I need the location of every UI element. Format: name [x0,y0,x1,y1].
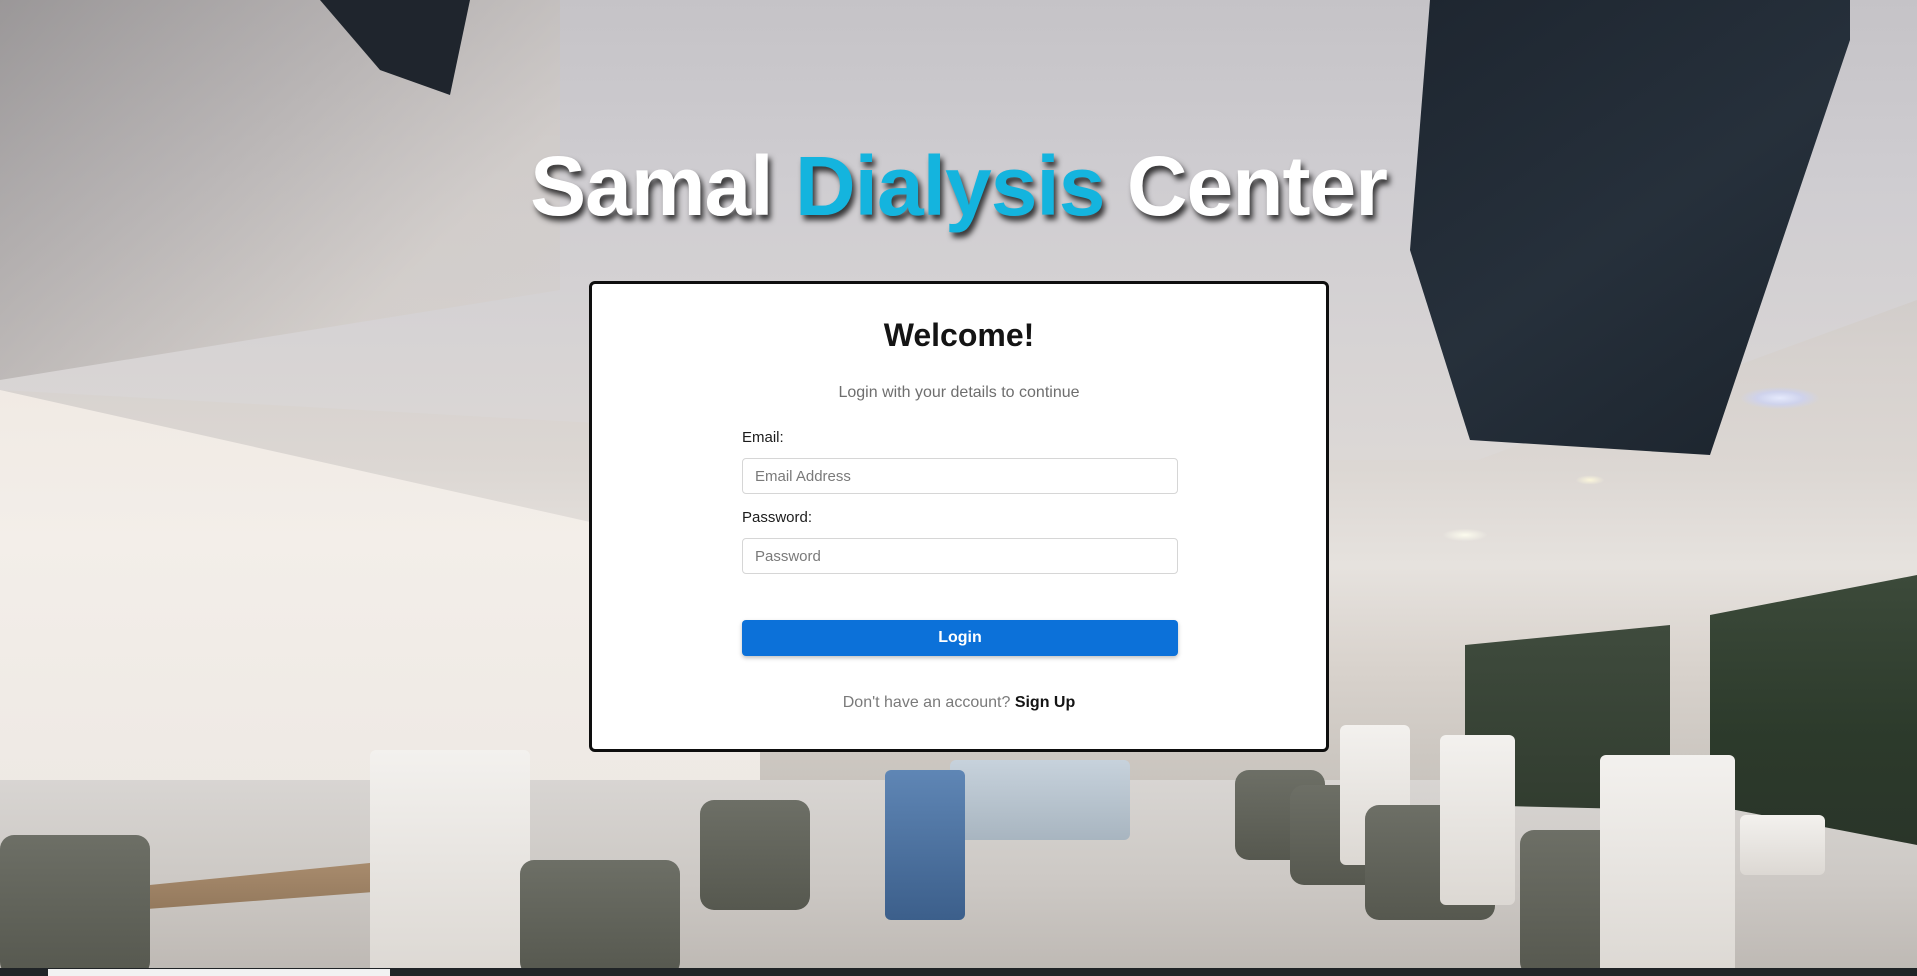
title-part-1: Samal [530,139,795,233]
signup-row: Don't have an account? Sign Up [592,694,1326,712]
background-nurse-station [950,760,1130,840]
background-dialysis-machine [1440,735,1515,905]
background-dialysis-machine [370,750,530,976]
login-subtitle: Login with your details to continue [838,384,1080,401]
login-button[interactable]: Login [742,620,1178,656]
background-cart [885,770,965,920]
background-chair [0,835,150,976]
background-chair [520,860,680,976]
title-accent: Dialysis [794,139,1106,233]
email-label: Email: [742,429,784,446]
background-window [1710,575,1917,845]
sign-up-link[interactable]: Sign Up [1015,694,1075,711]
signup-prompt: Don't have an account? [842,694,1011,711]
welcome-heading: Welcome! [883,317,1035,353]
password-label: Password: [742,509,813,526]
page-title: Samal Dialysis Center [0,138,1917,234]
login-page: Samal Dialysis Center Welcome! Login wit… [0,0,1917,976]
login-card: Welcome! Login with your details to cont… [589,281,1329,752]
password-field[interactable] [742,538,1178,574]
background-dialysis-machine [1600,755,1735,976]
background-chair [700,800,810,910]
email-field[interactable] [742,458,1178,494]
title-part-2: Center [1104,139,1388,233]
background-dialysis-machine [1740,815,1825,875]
bottom-taskbar-chip [48,969,390,976]
